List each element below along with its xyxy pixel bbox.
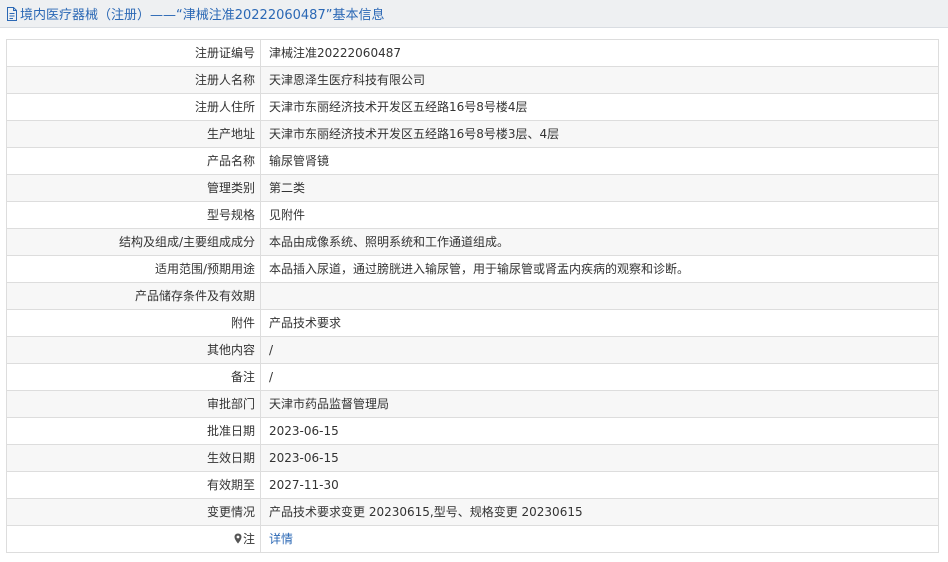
field-label: 审批部门 xyxy=(6,390,261,418)
field-value: 天津市东丽经济技术开发区五经路16号8号楼4层 xyxy=(260,93,939,121)
table-row: 生效日期 2023-06-15 xyxy=(6,444,939,472)
field-label: 附件 xyxy=(6,309,261,337)
field-label: 批准日期 xyxy=(6,417,261,445)
field-label: 型号规格 xyxy=(6,201,261,229)
registration-info-table: 注册证编号 津械注准20222060487 注册人名称 天津恩泽生医疗科技有限公司 注册… xyxy=(6,39,939,553)
field-value: 详情 xyxy=(260,525,939,553)
field-value: 津械注准20222060487 xyxy=(260,39,939,67)
field-value: 2023-06-15 xyxy=(260,444,939,472)
field-value: 天津市东丽经济技术开发区五经路16号8号楼3层、4层 xyxy=(260,120,939,148)
table-row: 批准日期 2023-06-15 xyxy=(6,417,939,445)
field-value: 产品技术要求变更 20230615,型号、规格变更 20230615 xyxy=(260,498,939,526)
table-row: 附件 产品技术要求 xyxy=(6,309,939,337)
page-header: 境内医疗器械（注册）——“津械注准20222060487”基本信息 xyxy=(0,0,948,28)
field-label: 管理类别 xyxy=(6,174,261,202)
field-label: 注册人名称 xyxy=(6,66,261,94)
field-value: 2027-11-30 xyxy=(260,471,939,499)
field-value: 本品插入尿道，通过膀胱进入输尿管，用于输尿管或肾盂内疾病的观察和诊断。 xyxy=(260,255,939,283)
field-value xyxy=(260,282,939,310)
table-row: 型号规格 见附件 xyxy=(6,201,939,229)
field-label: 适用范围/预期用途 xyxy=(6,255,261,283)
detail-link[interactable]: 详情 xyxy=(269,532,293,546)
field-label: 注册人住所 xyxy=(6,93,261,121)
document-icon xyxy=(6,6,18,21)
field-label: 其他内容 xyxy=(6,336,261,364)
field-label: 注册证编号 xyxy=(6,39,261,67)
note-label: 注 xyxy=(242,532,255,546)
table-row: 变更情况 产品技术要求变更 20230615,型号、规格变更 20230615 xyxy=(6,498,939,526)
field-label: 生效日期 xyxy=(6,444,261,472)
table-row: 注册人名称 天津恩泽生医疗科技有限公司 xyxy=(6,66,939,94)
table-row: 生产地址 天津市东丽经济技术开发区五经路16号8号楼3层、4层 xyxy=(6,120,939,148)
field-label: 备注 xyxy=(6,363,261,391)
map-pin-icon xyxy=(234,533,242,544)
field-value: 见附件 xyxy=(260,201,939,229)
field-value: 2023-06-15 xyxy=(260,417,939,445)
table-row: 管理类别 第二类 xyxy=(6,174,939,202)
field-value: 输尿管肾镜 xyxy=(260,147,939,175)
table-row: 其他内容 / xyxy=(6,336,939,364)
field-value: 天津恩泽生医疗科技有限公司 xyxy=(260,66,939,94)
table-row: 产品名称 输尿管肾镜 xyxy=(6,147,939,175)
table-row: 适用范围/预期用途 本品插入尿道，通过膀胱进入输尿管，用于输尿管或肾盂内疾病的观察… xyxy=(6,255,939,283)
field-value: 天津市药品监督管理局 xyxy=(260,390,939,418)
field-value: / xyxy=(260,336,939,364)
field-value: 第二类 xyxy=(260,174,939,202)
field-label: 有效期至 xyxy=(6,471,261,499)
table-row: 备注 / xyxy=(6,363,939,391)
field-label: 结构及组成/主要组成成分 xyxy=(6,228,261,256)
field-label: 产品储存条件及有效期 xyxy=(6,282,261,310)
table-row: 结构及组成/主要组成成分 本品由成像系统、照明系统和工作通道组成。 xyxy=(6,228,939,256)
field-value: 本品由成像系统、照明系统和工作通道组成。 xyxy=(260,228,939,256)
page-title: 境内医疗器械（注册）——“津械注准20222060487”基本信息 xyxy=(20,8,385,23)
field-label: 生产地址 xyxy=(6,120,261,148)
field-value: / xyxy=(260,363,939,391)
field-label: 产品名称 xyxy=(6,147,261,175)
field-label: 注 xyxy=(6,525,261,553)
table-row: 产品储存条件及有效期 xyxy=(6,282,939,310)
table-row-note: 注详情 xyxy=(6,525,939,553)
field-label: 变更情况 xyxy=(6,498,261,526)
table-row: 注册人住所 天津市东丽经济技术开发区五经路16号8号楼4层 xyxy=(6,93,939,121)
table-row: 注册证编号 津械注准20222060487 xyxy=(6,39,939,67)
table-row: 审批部门 天津市药品监督管理局 xyxy=(6,390,939,418)
table-row: 有效期至 2027-11-30 xyxy=(6,471,939,499)
field-value: 产品技术要求 xyxy=(260,309,939,337)
